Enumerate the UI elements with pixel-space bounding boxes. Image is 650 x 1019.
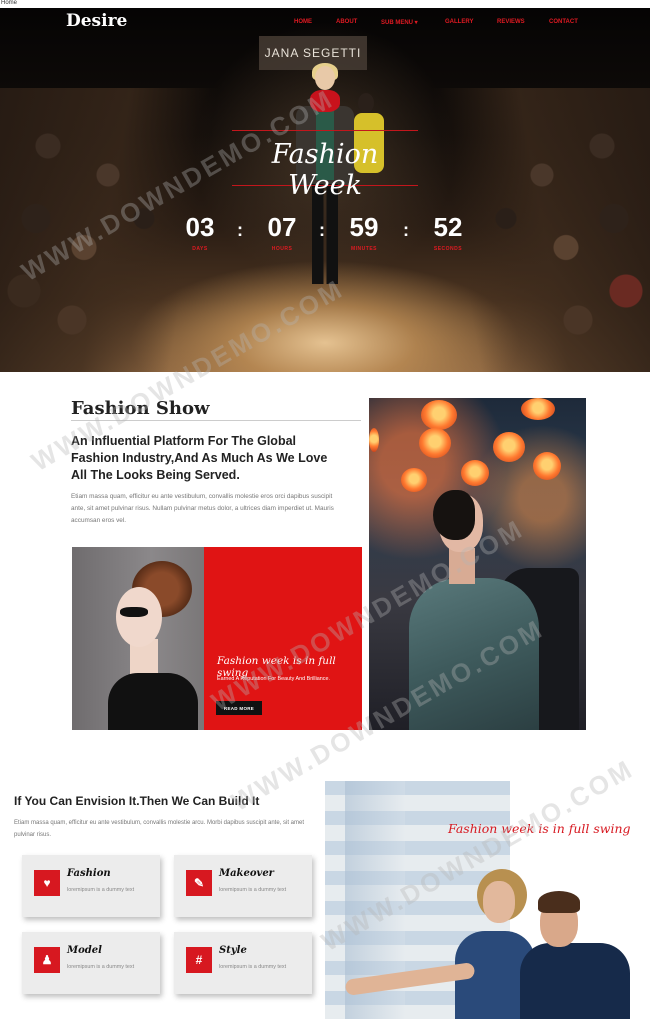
about-title: Fashion Show <box>71 398 210 419</box>
feature-card-model[interactable]: ♟ Model loremipsum is a dummy text <box>22 932 160 994</box>
feature-name: Makeover <box>219 868 274 879</box>
promo-card-subtitle: Earned A Reputation For Beauty And Brill… <box>217 676 330 682</box>
features-title: If You Can Envision It.Then We Can Build… <box>14 794 260 808</box>
countdown-minutes-label: MINUTES <box>351 246 377 252</box>
feature-description: loremipsum is a dummy text <box>219 887 287 893</box>
countdown-separator: : <box>319 220 325 240</box>
nav-submenu[interactable]: SUB MENU ▾ <box>381 19 418 26</box>
hashtag-icon: # <box>186 947 212 973</box>
countdown-minutes-value: 59 <box>349 212 379 242</box>
heart-icon: ♥ <box>34 870 60 896</box>
features-paragraph: Etiam massa quam, efficitur eu ante vest… <box>14 820 305 838</box>
countdown-days: 03 DAYS <box>175 214 225 252</box>
countdown-timer: 03 DAYS : 07 HOURS : 59 MINUTES : 52 SEC… <box>175 214 475 264</box>
feature-card-style[interactable]: # Style loremipsum is a dummy text <box>174 932 312 994</box>
about-divider <box>71 420 361 421</box>
feature-name: Style <box>219 945 247 956</box>
feature-name: Fashion <box>67 868 111 879</box>
countdown-hours: 07 HOURS <box>257 214 307 252</box>
countdown-hours-value: 07 <box>267 212 297 242</box>
about-paragraph: Etiam massa quam, efficitur eu ante vest… <box>71 493 334 524</box>
nav-gallery[interactable]: GALLERY <box>445 19 473 25</box>
nav-home[interactable]: HOME <box>294 19 312 25</box>
night-portrait-image <box>369 398 586 730</box>
about-lead: An Influential Platform For The Global F… <box>71 434 328 482</box>
countdown-separator: : <box>237 220 243 240</box>
main-navigation: Desire HOME ABOUT SUB MENU ▾ GALLERY REV… <box>0 8 650 38</box>
feature-card-fashion[interactable]: ♥ Fashion loremipsum is a dummy text <box>22 855 160 917</box>
countdown-seconds: 52 SECONDS <box>423 214 473 252</box>
hero-banner: JANA SEGETTI Desire HOME ABOUT SUB MENU … <box>0 8 650 372</box>
countdown-days-label: DAYS <box>192 246 208 252</box>
site-logo[interactable]: Desire <box>66 11 127 31</box>
nav-reviews[interactable]: REVIEWS <box>497 19 525 25</box>
feature-name: Model <box>67 945 102 956</box>
feature-description: loremipsum is a dummy text <box>67 887 135 893</box>
couple-image <box>325 781 650 1019</box>
browser-title: Home <box>1 0 18 6</box>
promo-card: Fashion week is in full swing Earned A R… <box>204 547 362 730</box>
read-more-button[interactable]: READ MORE <box>216 701 262 715</box>
designer-sign: JANA SEGETTI <box>259 36 367 70</box>
feature-card-makeover[interactable]: ✎ Makeover loremipsum is a dummy text <box>174 855 312 917</box>
countdown-hours-label: HOURS <box>271 246 293 252</box>
hero-title: Fashion Week <box>271 139 379 201</box>
countdown-separator: : <box>403 220 409 240</box>
hero-title-frame: Fashion Week <box>232 130 418 201</box>
brush-icon: ✎ <box>186 870 212 896</box>
person-icon: ♟ <box>34 947 60 973</box>
countdown-minutes: 59 MINUTES <box>339 214 389 252</box>
feature-description: loremipsum is a dummy text <box>219 964 287 970</box>
countdown-days-value: 03 <box>185 212 215 242</box>
countdown-seconds-value: 52 <box>433 212 463 242</box>
nav-about[interactable]: ABOUT <box>336 19 357 25</box>
feature-description: loremipsum is a dummy text <box>67 964 135 970</box>
makeup-model-image <box>72 547 204 730</box>
side-title: Fashion week is in full swing <box>448 821 631 836</box>
nav-contact[interactable]: CONTACT <box>549 19 578 25</box>
countdown-seconds-label: SECONDS <box>433 246 463 252</box>
